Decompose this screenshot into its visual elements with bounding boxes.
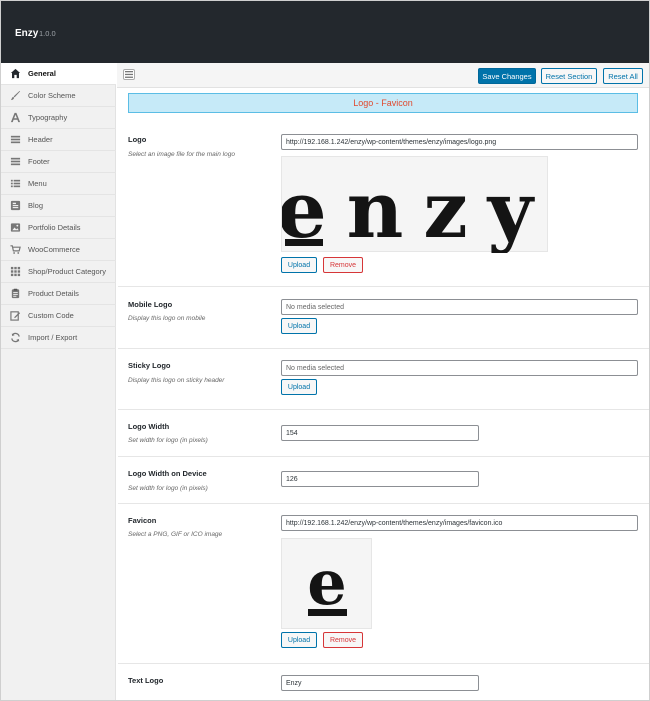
clipboard-icon: [10, 288, 21, 299]
row-divider: [118, 348, 649, 349]
section-title: Logo - Favicon: [128, 93, 638, 113]
refresh-icon: [10, 332, 21, 343]
logo-description: Select an image file for the main logo: [128, 151, 235, 158]
action-bar: Save Changes Reset Section Reset All: [117, 63, 649, 88]
sidebar-item-general[interactable]: General: [1, 63, 116, 85]
mobile-logo-upload-button[interactable]: Upload: [281, 318, 317, 334]
favicon-preview: e: [281, 538, 372, 629]
reset-section-button[interactable]: Reset Section: [541, 68, 597, 84]
brush-icon: [10, 90, 21, 101]
home-icon: [10, 68, 21, 79]
sticky-logo-input[interactable]: No media selected: [281, 360, 638, 376]
sidebar-item-header[interactable]: Header: [1, 129, 116, 151]
favicon-label: Favicon: [128, 516, 157, 525]
logo-url-input[interactable]: http://192.168.1.242/enzy/wp-content/the…: [281, 134, 638, 150]
sidebar-item-label: Portfolio Details: [28, 223, 81, 232]
sidebar-item-label: Color Scheme: [28, 91, 76, 100]
favicon-remove-button[interactable]: Remove: [323, 632, 363, 648]
sidebar-item-label: WooCommerce: [28, 245, 80, 254]
top-bar: Enzy 1.0.0: [1, 1, 649, 63]
row-divider: [118, 456, 649, 457]
expand-options-button[interactable]: [123, 69, 135, 80]
favicon-preview-text: e: [307, 546, 346, 619]
header-icon: [10, 134, 21, 145]
sidebar-item-typography[interactable]: Typography: [1, 107, 116, 129]
sidebar-item-label: Footer: [28, 157, 50, 166]
sidebar-item-blog[interactable]: Blog: [1, 195, 116, 217]
mobile-logo-input[interactable]: No media selected: [281, 299, 638, 315]
mobile-logo-label: Mobile Logo: [128, 300, 173, 309]
typography-icon: [10, 112, 21, 123]
sidebar-item-product-details[interactable]: Product Details: [1, 283, 116, 305]
logo-width-label: Logo Width: [128, 422, 170, 431]
logo-label: Logo: [128, 135, 147, 144]
logo-width-device-label: Logo Width on Device: [128, 469, 207, 478]
sidebar-item-label: Header: [28, 135, 53, 144]
reset-all-button[interactable]: Reset All: [603, 68, 643, 84]
image-icon: [10, 222, 21, 233]
logo-remove-button[interactable]: Remove: [323, 257, 363, 273]
logo-width-device-description: Set width for logo (in pixels): [128, 485, 208, 492]
cart-icon: [10, 244, 21, 255]
sidebar-item-label: Menu: [28, 179, 47, 188]
row-divider: [118, 503, 649, 504]
logo-width-device-input[interactable]: 126: [281, 471, 479, 487]
sticky-logo-upload-button[interactable]: Upload: [281, 379, 317, 395]
sticky-logo-description: Display this logo on sticky header: [128, 377, 225, 384]
sidebar-item-import-export[interactable]: Import / Export: [1, 327, 116, 349]
app-version: 1.0.0: [39, 29, 56, 38]
sidebar: General Color Scheme Typography Header F…: [1, 63, 116, 700]
app-name: Enzy: [15, 28, 39, 39]
sticky-logo-label: Sticky Logo: [128, 361, 171, 370]
sidebar-item-label: Custom Code: [28, 311, 74, 320]
text-logo-input[interactable]: Enzy: [281, 675, 479, 691]
sidebar-item-label: Blog: [28, 201, 44, 210]
favicon-upload-button[interactable]: Upload: [281, 632, 317, 648]
sidebar-item-menu[interactable]: Menu: [1, 173, 116, 195]
sidebar-item-label: Product Details: [28, 289, 79, 298]
sidebar-item-footer[interactable]: Footer: [1, 151, 116, 173]
footer-icon: [10, 156, 21, 167]
row-divider: [118, 409, 649, 410]
row-divider: [118, 286, 649, 287]
sidebar-item-custom-code[interactable]: Custom Code: [1, 305, 116, 327]
row-divider: [118, 663, 649, 664]
favicon-description: Select a PNG, GIF or ICO image: [128, 531, 223, 538]
blog-icon: [10, 200, 21, 211]
logo-width-input[interactable]: 154: [281, 425, 479, 441]
sidebar-item-label: General: [28, 69, 56, 78]
sidebar-item-woocommerce[interactable]: WooCommerce: [1, 239, 116, 261]
save-changes-button[interactable]: Save Changes: [478, 68, 536, 84]
sidebar-item-label: Shop/Product Category: [28, 267, 106, 276]
options-panel: Enzy 1.0.0 General Color Scheme Typograp…: [0, 0, 650, 701]
favicon-url-input[interactable]: http://192.168.1.242/enzy/wp-content/the…: [281, 515, 638, 531]
list-view-icon: [125, 71, 133, 78]
menu-list-icon: [10, 178, 21, 189]
logo-upload-button[interactable]: Upload: [281, 257, 317, 273]
sidebar-item-label: Typography: [28, 113, 68, 122]
sidebar-item-shop-product-category[interactable]: Shop/Product Category: [1, 261, 116, 283]
sidebar-item-color-scheme[interactable]: Color Scheme: [1, 85, 116, 107]
sidebar-item-label: Import / Export: [28, 333, 78, 342]
text-logo-label: Text Logo: [128, 676, 164, 685]
grid-icon: [10, 266, 21, 277]
logo-width-description: Set width for logo (in pixels): [128, 437, 208, 444]
mobile-logo-description: Display this logo on mobile: [128, 315, 206, 322]
edit-icon: [10, 310, 21, 321]
logo-preview: enzy: [281, 156, 548, 253]
sidebar-item-portfolio-details[interactable]: Portfolio Details: [1, 217, 116, 239]
